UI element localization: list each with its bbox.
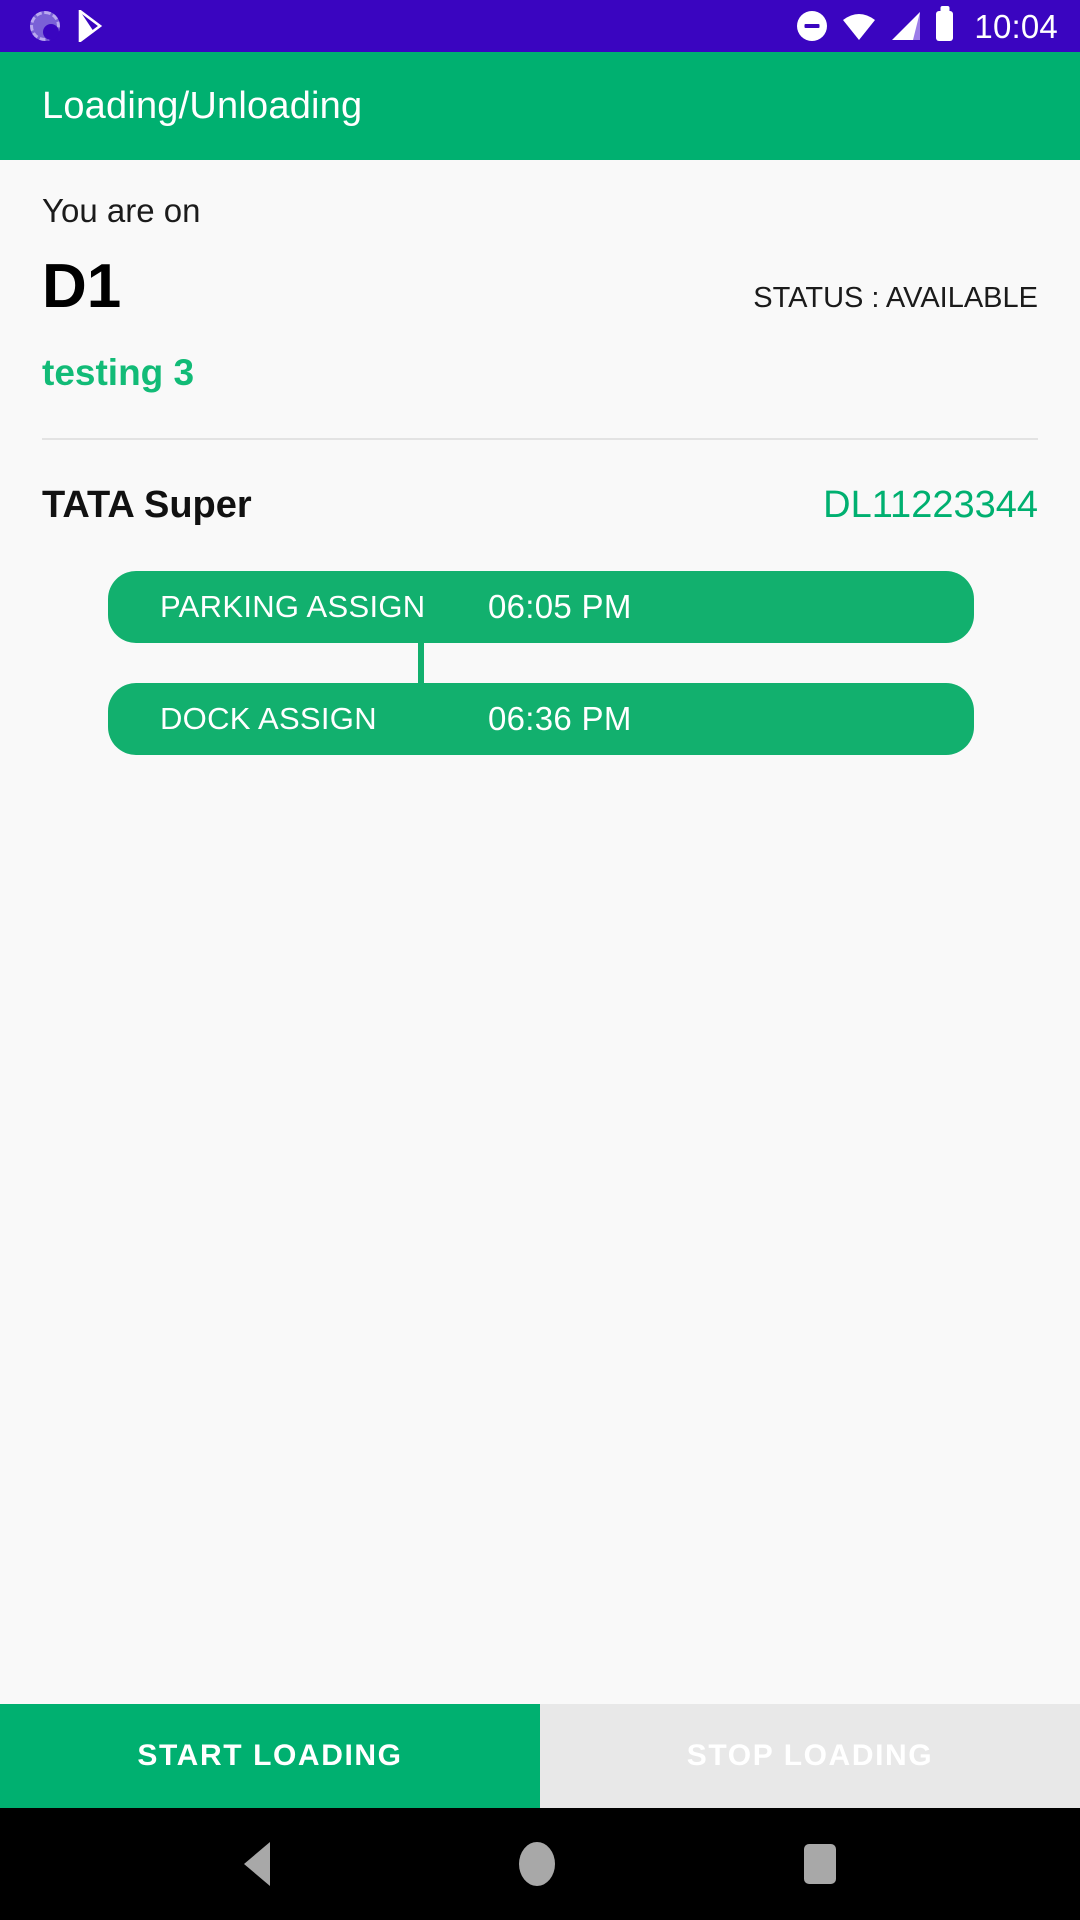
vehicle-row: TATA Super DL11223344 [42,484,1038,527]
dock-name: D1 [42,252,122,321]
timeline-step-time: 06:05 PM [488,588,632,625]
vehicle-model: TATA Super [42,484,252,526]
timeline: PARKING ASSIGN 06:05 PM DOCK ASSIGN 06:3… [42,571,1038,755]
timeline-step-time: 06:36 PM [488,700,632,737]
phone-screen: 10:04 Loading/Unloading You are on D1 ST… [0,0,1080,1920]
cellular-signal-icon [892,12,921,40]
play-store-icon [78,10,103,42]
action-bar: START LOADING STOP LOADING [0,1704,1080,1808]
back-icon[interactable] [244,1842,271,1886]
status-bar-clock: 10:04 [974,7,1058,45]
home-icon[interactable] [518,1842,555,1886]
android-nav-bar [0,1808,1080,1920]
you-are-on-label: You are on [42,192,201,229]
status-bar-right-icons: 10:04 [797,10,1058,43]
timeline-step-dock-assign: DOCK ASSIGN 06:36 PM [108,683,974,755]
app-bar: Loading/Unloading [0,52,1080,160]
wifi-icon [843,14,876,40]
page-title: Loading/Unloading [42,84,363,127]
site-name: testing 3 [42,352,195,393]
section-divider [42,438,1038,440]
do-not-disturb-icon [797,11,828,41]
stop-loading-button[interactable]: STOP LOADING [540,1704,1080,1808]
battery-icon [936,11,954,41]
main-content: You are on D1 STATUS : AVAILABLE testing… [0,160,1080,1704]
status-bar: 10:04 [0,0,1080,52]
vehicle-plate-number: DL11223344 [823,484,1038,526]
recents-icon[interactable] [803,1844,836,1884]
timeline-step-parking-assign: PARKING ASSIGN 06:05 PM [108,571,974,643]
dock-summary-row: D1 STATUS : AVAILABLE [42,256,1038,318]
timeline-step-label: DOCK ASSIGN [160,701,377,736]
status-badge: STATUS : AVAILABLE [753,282,1038,314]
start-loading-button[interactable]: START LOADING [0,1704,540,1808]
status-bar-left-icons [30,10,104,42]
timeline-step-label: PARKING ASSIGN [160,589,426,624]
sync-icon [30,11,60,41]
